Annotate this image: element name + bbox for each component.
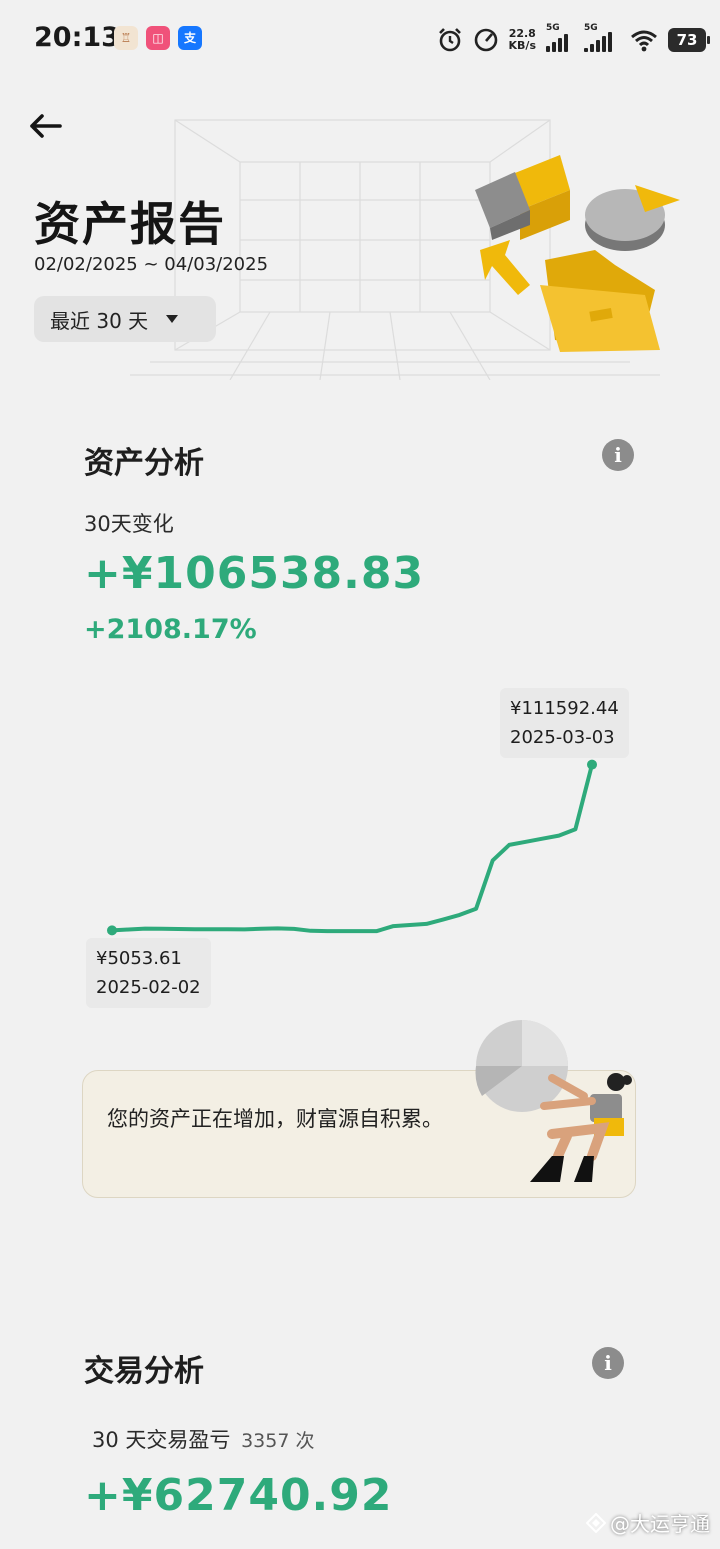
signal-1-label: 5G — [546, 23, 560, 33]
trade-analysis-title: 交易分析 — [84, 1354, 204, 1389]
watermark-text: @大运亨通 — [610, 1512, 710, 1536]
arrow-icon — [480, 240, 530, 295]
bar-blocks-icon — [475, 155, 570, 240]
start-value-tooltip: ¥5053.61 2025-02-02 — [86, 938, 211, 1008]
battery-icon: 73 — [668, 28, 710, 52]
change-amount: +¥106538.83 — [84, 548, 425, 599]
trade-pnl-amount: +¥62740.92 — [84, 1470, 393, 1521]
period-dropdown-label: 最近 30 天 — [50, 308, 149, 333]
trade-count: 3357 次 — [241, 1430, 315, 1452]
asset-data-point — [587, 759, 597, 770]
app-icon-2: ◫ — [146, 26, 170, 50]
asset-analysis-title: 资产分析 — [84, 446, 204, 481]
end-value: ¥111592.44 — [510, 698, 619, 719]
trade-label: 30 天交易盈亏 3357 次 — [92, 1424, 315, 1454]
status-time: 20:13 — [34, 22, 120, 53]
change-percent: +2108.17% — [84, 614, 257, 645]
date-range: 02/02/2025 ~ 04/03/2025 — [34, 254, 269, 275]
start-date: 2025-02-02 — [96, 977, 201, 998]
caret-down-icon — [166, 315, 179, 323]
alarm-icon — [438, 28, 461, 52]
signal-2-icon: 5G — [584, 23, 620, 52]
back-arrow-icon[interactable] — [26, 108, 66, 144]
watermark: @大运亨通 — [586, 1508, 710, 1537]
net-speed: 22.8 KB/s — [509, 28, 536, 52]
end-date: 2025-03-03 — [510, 727, 615, 748]
signal-2-label: 5G — [584, 23, 598, 33]
period-dropdown[interactable]: 最近 30 天 — [34, 296, 216, 342]
page-title: 资产报告 — [34, 197, 226, 251]
end-value-tooltip: ¥111592.44 2025-03-03 — [500, 688, 629, 758]
speedometer-icon — [474, 28, 497, 52]
asset-data-point — [107, 925, 117, 936]
status-indicators: 22.8 KB/s 5G 5G 73 — [437, 22, 710, 58]
watermark-logo-icon — [586, 1512, 606, 1533]
app-icon-1: ♖ — [114, 26, 138, 50]
callout-text: 您的资产正在增加，财富源自积累。 — [107, 1107, 443, 1131]
trade-label-prefix: 30 天交易盈亏 — [92, 1428, 231, 1452]
asset-series-line — [110, 762, 594, 934]
trade-info-icon[interactable]: i — [592, 1347, 624, 1379]
folder-icon — [540, 250, 660, 352]
asset-info-icon[interactable]: i — [602, 439, 634, 471]
status-bar: 20:13 ♖ ◫ 支 22.8 KB/s 5G 5G 73 — [0, 0, 720, 80]
start-value: ¥5053.61 — [96, 948, 182, 969]
net-speed-unit: KB/s — [508, 39, 536, 52]
pie-chart-icon — [585, 185, 680, 251]
person-pie-illustration — [475, 1020, 632, 1182]
wifi-icon — [631, 30, 657, 52]
signal-1-icon: 5G — [546, 23, 574, 52]
alipay-icon: 支 — [178, 26, 202, 50]
change-label: 30天变化 — [84, 512, 174, 536]
